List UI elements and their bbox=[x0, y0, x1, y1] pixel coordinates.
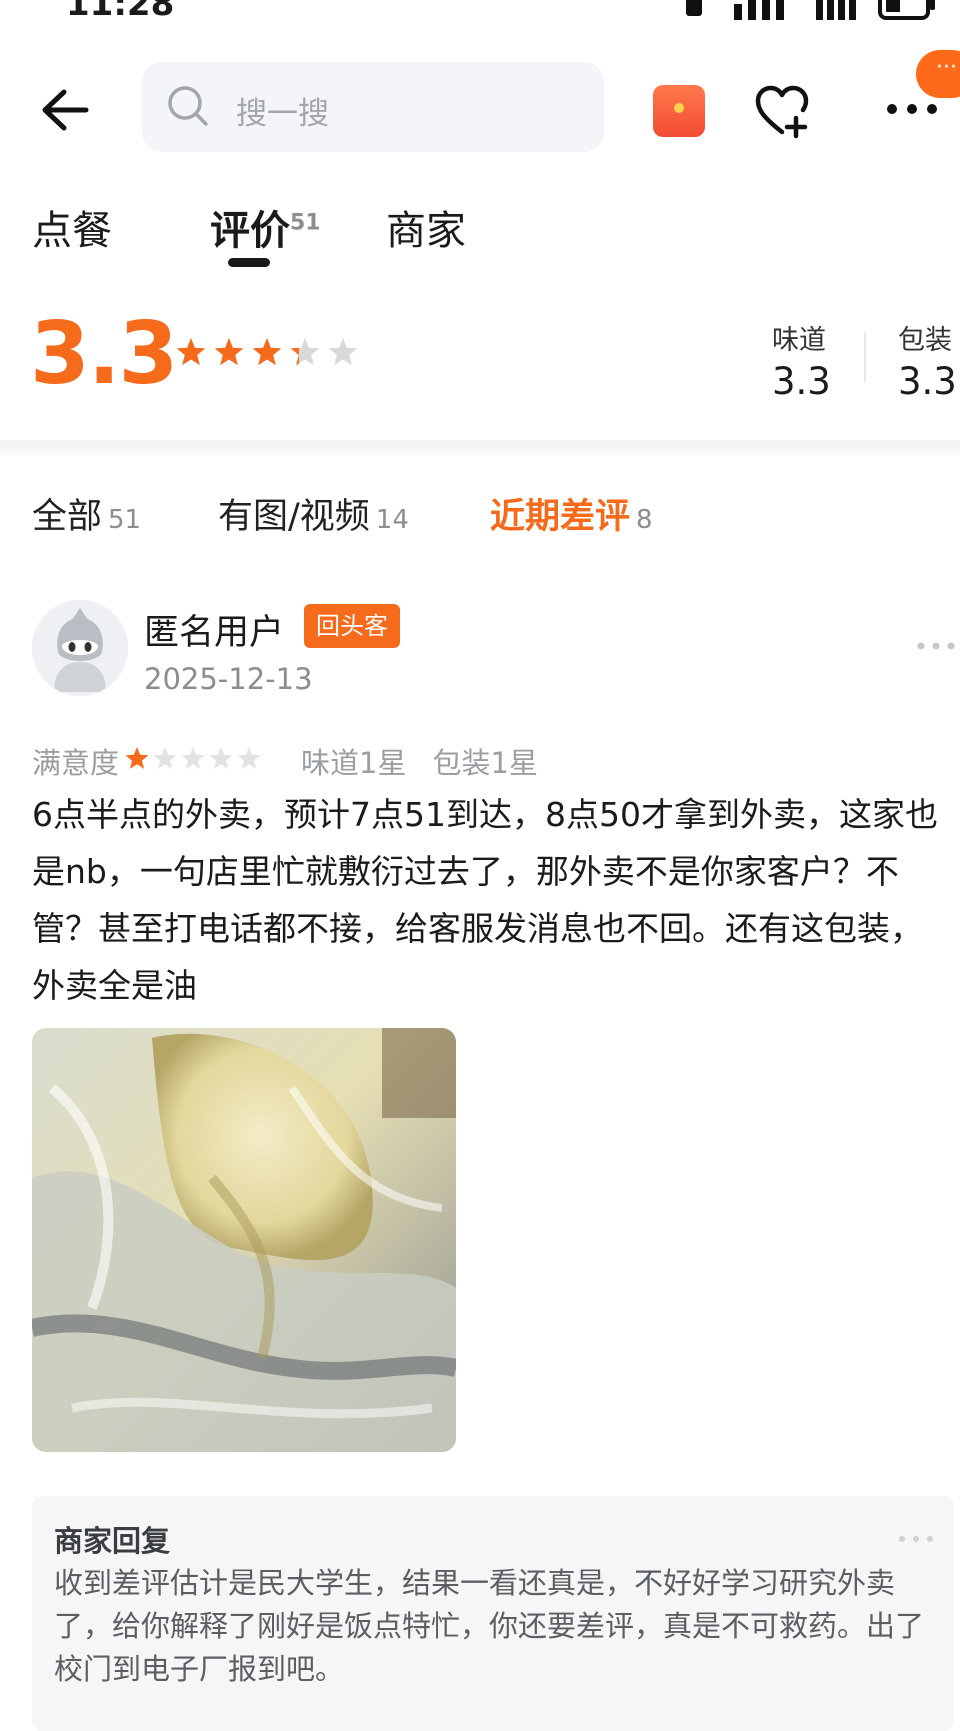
merchant-reply-title: 商家回复 bbox=[54, 1524, 171, 1558]
filter-label: 全部 bbox=[32, 497, 103, 537]
repeat-customer-badge: 回头客 bbox=[304, 604, 400, 648]
satisfaction-star-3 bbox=[181, 747, 205, 769]
divider bbox=[864, 332, 866, 382]
tab-order[interactable]: 点餐 bbox=[32, 198, 112, 256]
reviewer-name: 匿名用户 bbox=[144, 613, 285, 653]
vibrate-icon bbox=[686, 0, 702, 16]
tab-label: 评价 bbox=[210, 208, 290, 254]
tab-label: 商家 bbox=[386, 208, 466, 254]
more-dots-icon[interactable] bbox=[884, 96, 944, 122]
overall-star-5 bbox=[328, 338, 358, 366]
overall-star-fill-1 bbox=[176, 338, 206, 366]
overall-star-fill-2 bbox=[214, 338, 244, 366]
anonymous-avatar-icon bbox=[32, 600, 128, 696]
overall-score: 3.3 bbox=[30, 304, 178, 404]
overall-star-fill-3 bbox=[252, 338, 282, 366]
search-placeholder: 搜一搜 bbox=[236, 96, 329, 132]
active-tab-indicator bbox=[228, 258, 270, 267]
review-photo[interactable] bbox=[32, 1028, 456, 1452]
battery-icon bbox=[878, 0, 935, 20]
red-packet-icon[interactable] bbox=[653, 85, 705, 137]
avatar[interactable] bbox=[32, 600, 128, 696]
satisfaction-stars bbox=[125, 747, 261, 769]
oily-package-photo bbox=[32, 1028, 456, 1452]
filter-count: 51 bbox=[108, 505, 142, 535]
filter-count: 8 bbox=[636, 505, 653, 535]
floating-menu-bubble[interactable]: ··· bbox=[916, 50, 960, 98]
package-label: 包装 bbox=[898, 325, 952, 356]
section-divider bbox=[0, 440, 960, 456]
satisfaction-star-fill-1 bbox=[125, 747, 149, 769]
review-date: 2025-12-13 bbox=[144, 662, 313, 696]
merchant-reply-text: 收到差评估计是民大学生，结果一看还真是，不好好学习研究外卖了，给你解释了刚好是饭… bbox=[54, 1566, 925, 1686]
satisfaction-star-2 bbox=[153, 747, 177, 769]
taste-label: 味道 bbox=[772, 325, 826, 356]
tab-merchant[interactable]: 商家 bbox=[386, 198, 466, 256]
satisfaction-row: 满意度 味道1星 包装1星 bbox=[32, 740, 538, 782]
signal-icon bbox=[734, 0, 784, 20]
filter-recent-negative[interactable]: 近期差评 8 bbox=[490, 488, 653, 539]
merchant-reply-box: 商家回复 收到差评估计是民大学生，结果一看还真是，不好好学习研究外卖了，给你解释… bbox=[32, 1496, 954, 1731]
satisfaction-star-5 bbox=[237, 747, 261, 769]
status-icons bbox=[676, 0, 936, 20]
tab-badge: 51 bbox=[290, 210, 321, 236]
filter-label: 有图/视频 bbox=[218, 497, 370, 537]
filter-media[interactable]: 有图/视频 14 bbox=[218, 488, 409, 539]
satisfaction-label: 满意度 bbox=[32, 746, 120, 780]
package-score: 3.3 bbox=[898, 360, 957, 403]
search-bar[interactable]: 搜一搜 bbox=[142, 62, 604, 152]
back-arrow-icon[interactable] bbox=[40, 88, 90, 132]
filter-all[interactable]: 全部 51 bbox=[32, 488, 141, 539]
favorite-heart-icon[interactable] bbox=[754, 84, 810, 140]
signal-icon-2 bbox=[816, 0, 856, 20]
tab-label: 点餐 bbox=[32, 208, 112, 254]
reply-more-icon[interactable] bbox=[898, 1534, 934, 1544]
taste-score: 3.3 bbox=[772, 360, 831, 403]
filter-count: 14 bbox=[375, 505, 409, 535]
filter-label: 近期差评 bbox=[490, 497, 631, 537]
tab-reviews[interactable]: 评价51 bbox=[210, 198, 321, 256]
status-time: 11:28 bbox=[66, 0, 175, 24]
taste-rating: 味道1星 bbox=[301, 746, 407, 780]
package-rating: 包装1星 bbox=[432, 746, 538, 780]
review-more-icon[interactable] bbox=[916, 640, 956, 652]
review-text: 6点半点的外卖，预计7点51到达，8点50才拿到外卖，这家也是nb，一句店里忙就… bbox=[32, 795, 938, 1005]
satisfaction-star-4 bbox=[209, 747, 233, 769]
search-icon bbox=[168, 86, 208, 126]
overall-stars bbox=[176, 338, 358, 366]
